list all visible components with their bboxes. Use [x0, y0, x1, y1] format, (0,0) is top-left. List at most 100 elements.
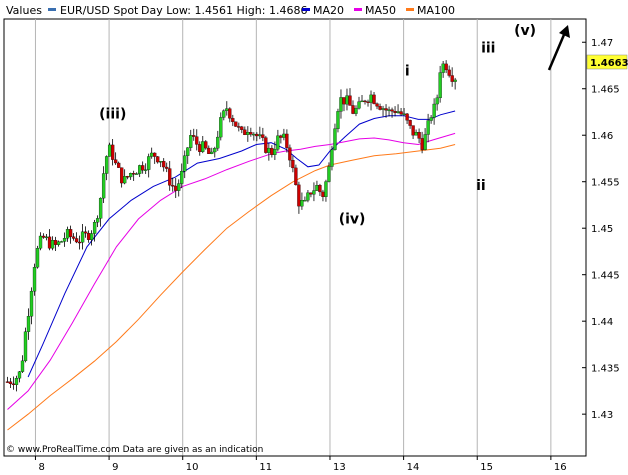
candle-bearish	[261, 134, 265, 138]
candle-bearish	[47, 236, 52, 249]
y-axis: 1.47 1.465 1.46 1.455 1.45 1.445 1.44 1.435 1.43	[582, 38, 620, 421]
candle-bullish	[282, 133, 286, 138]
candle-bullish	[129, 173, 133, 178]
copyright-notice: © www.ProRealTime.com Data are given as …	[6, 445, 263, 455]
candle-bullish	[303, 200, 307, 202]
candle-bearish	[240, 126, 244, 130]
candle-bullish	[315, 185, 319, 191]
candle-bearish	[378, 106, 382, 110]
candle-bullish	[333, 128, 337, 150]
ma50-legend-label: MA50	[365, 4, 396, 17]
candle-bullish	[441, 63, 445, 73]
candle-bullish	[402, 113, 406, 116]
candle-bullish	[177, 183, 181, 191]
candle-bullish	[80, 231, 85, 243]
wave-label: (v)	[514, 23, 536, 39]
candle-bullish	[252, 133, 256, 136]
candle-bullish	[147, 156, 151, 170]
x-tick-label: 16	[554, 462, 567, 473]
candle-bullish	[453, 79, 457, 82]
candle-bearish	[390, 109, 394, 112]
price-chart: Values EUR/USD Spot Day Low: 1.4561 High…	[3, 4, 628, 473]
candle-bearish	[116, 162, 121, 168]
candle-bearish	[171, 185, 175, 187]
values-label: Values	[6, 4, 42, 17]
candle-bearish	[417, 132, 421, 139]
candle-bearish	[384, 108, 388, 111]
candle-bullish	[432, 103, 436, 118]
candle-bullish	[201, 141, 205, 152]
candle-bullish	[258, 134, 262, 137]
candle-bearish	[408, 120, 412, 126]
candle-bullish	[26, 316, 31, 332]
candle-bearish	[375, 103, 379, 107]
y-tick-label: 1.445	[591, 271, 620, 282]
candle-bearish	[321, 191, 325, 197]
candle-bearish	[309, 192, 313, 195]
candle-bearish	[113, 159, 118, 164]
candle-bullish	[65, 229, 70, 239]
candle-bullish	[225, 108, 229, 111]
candle-bearish	[141, 165, 145, 171]
ma100-legend-swatch	[406, 8, 414, 11]
candle-bearish	[450, 75, 454, 82]
candle-bullish	[180, 170, 184, 184]
symbol-label: EUR/USD Spot	[60, 4, 139, 17]
candle-bearish	[207, 147, 211, 154]
wave-label: ii	[476, 178, 486, 194]
candle-bearish	[156, 156, 160, 163]
ma50-legend-swatch	[354, 8, 362, 11]
candle-bearish	[351, 105, 355, 114]
x-tick-label: 9	[112, 462, 118, 473]
candle-bullish	[189, 135, 193, 148]
candle-bearish	[71, 236, 76, 239]
candle-bullish	[324, 181, 328, 197]
candle-bearish	[393, 111, 397, 113]
x-tick-label: 8	[38, 462, 44, 473]
candle-bearish	[153, 152, 157, 157]
candle-bullish	[50, 240, 55, 249]
candle-bullish	[89, 233, 94, 240]
candle-bearish	[237, 126, 241, 128]
candle-bullish	[222, 110, 226, 118]
candle-bullish	[144, 169, 148, 171]
candle-bearish	[411, 125, 415, 136]
candle-bearish	[83, 231, 88, 234]
x-axis: 8 9 10 11 13 14 15 16	[34, 456, 567, 473]
candle-bullish	[92, 222, 97, 234]
candle-bullish	[438, 72, 442, 99]
candle-bearish	[231, 118, 235, 122]
candle-bearish	[291, 160, 295, 169]
candle-bearish	[279, 135, 283, 138]
candle-bearish	[110, 144, 115, 160]
candle-bullish	[56, 241, 61, 245]
candle-bearish	[405, 113, 409, 121]
candle-bullish	[330, 149, 334, 167]
candle-bullish	[98, 197, 103, 219]
candle-bullish	[104, 156, 109, 174]
candle-bullish	[183, 155, 187, 172]
candle-bullish	[396, 111, 400, 113]
y-tick-label: 1.44	[591, 317, 613, 328]
candle-bullish	[59, 241, 64, 243]
candle-bullish	[435, 97, 439, 105]
candle-bullish	[159, 161, 163, 163]
candle-bullish	[312, 190, 316, 195]
candle-bearish	[228, 108, 232, 119]
candle-bearish	[162, 161, 166, 168]
candle-bullish	[336, 111, 340, 129]
candle-bearish	[348, 95, 352, 106]
candle-bullish	[20, 360, 25, 372]
candle-bearish	[8, 381, 13, 384]
candle-bullish	[122, 176, 127, 184]
candle-bearish	[192, 135, 196, 137]
candle-bearish	[372, 94, 376, 104]
symbol-legend-swatch	[48, 8, 56, 11]
candle-bearish	[86, 232, 91, 240]
y-tick-label: 1.455	[591, 178, 620, 189]
candle-bearish	[447, 69, 451, 76]
candle-bullish	[95, 218, 100, 223]
candle-bullish	[246, 132, 250, 135]
candle-bullish	[273, 149, 277, 155]
wave-label: (iv)	[339, 212, 366, 228]
